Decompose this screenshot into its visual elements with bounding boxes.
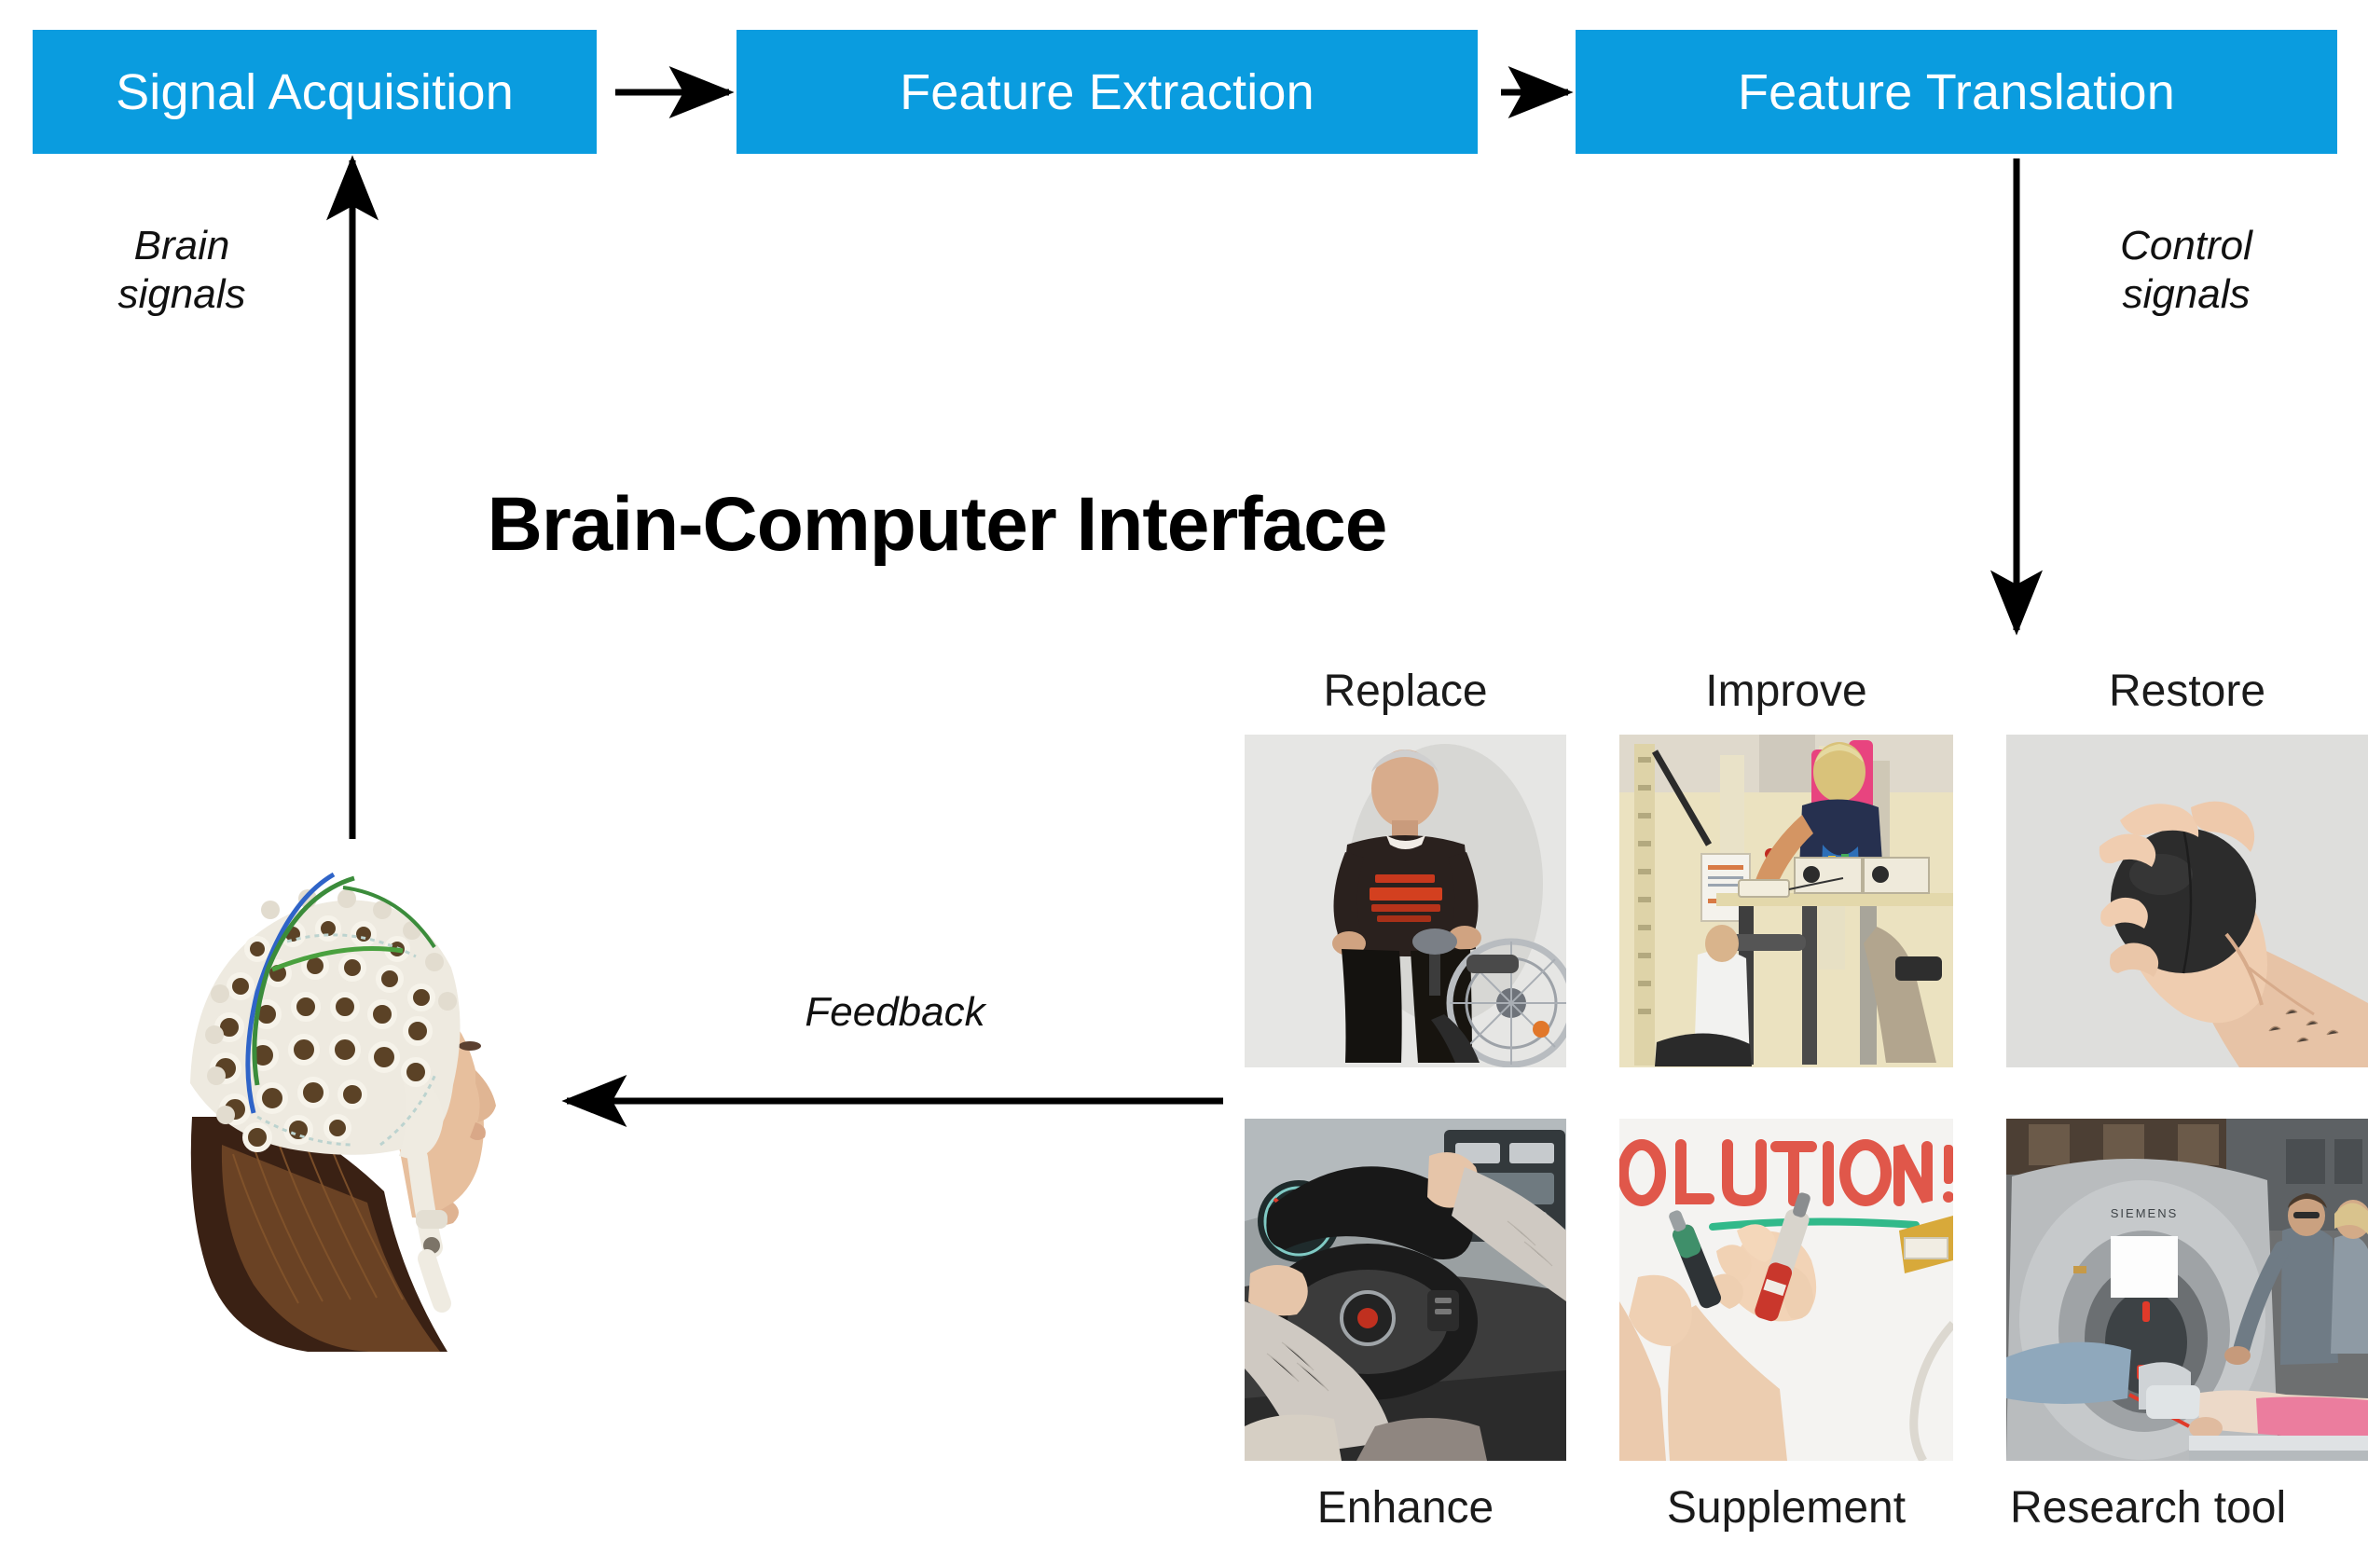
application-label-enhance: Enhance bbox=[1316, 1483, 1494, 1533]
application-label-supplement: Supplement bbox=[1666, 1483, 1907, 1533]
application-label-research-tool: Research tool bbox=[2010, 1483, 2287, 1533]
application-label-replace: Replace bbox=[1323, 667, 1488, 716]
pipeline-stage-label: Feature Translation bbox=[1737, 63, 2176, 120]
pipeline-stage-feature-translation: Feature Translation bbox=[1576, 30, 2337, 154]
bci-diagram-canvas: Signal Acquisition Feature Extraction Fe… bbox=[0, 0, 2368, 1568]
edge-label-brain-signals: Brain signals bbox=[117, 223, 246, 317]
eeg-cap-head-photo bbox=[168, 837, 533, 1352]
application-label-restore: Restore bbox=[2108, 667, 2266, 716]
driving-steering-wheel-photo bbox=[1245, 1119, 1566, 1461]
edge-label-feedback: Feedback bbox=[805, 989, 985, 1035]
pipeline-stage-signal-acquisition: Signal Acquisition bbox=[33, 30, 597, 154]
application-label-improve: Improve bbox=[1705, 667, 1867, 716]
hand-gripping-ball-photo bbox=[2006, 735, 2368, 1067]
mri-scanner-photo: SIEMENS bbox=[2006, 1119, 2368, 1461]
edge-label-control-signals: Control signals bbox=[2120, 223, 2252, 317]
svg-text:SIEMENS: SIEMENS bbox=[2111, 1206, 2179, 1220]
pipeline-stage-feature-extraction: Feature Extraction bbox=[737, 30, 1478, 154]
wheelchair-user-photo bbox=[1245, 735, 1566, 1067]
hand-writing-marker-photo bbox=[1619, 1119, 1953, 1461]
page-title: Brain-Computer Interface bbox=[0, 481, 2368, 569]
gait-rehabilitation-photo bbox=[1619, 735, 1953, 1067]
page-title-text: Brain-Computer Interface bbox=[487, 482, 1388, 567]
pipeline-stage-label: Feature Extraction bbox=[900, 63, 1315, 120]
pipeline-stage-label: Signal Acquisition bbox=[116, 63, 514, 120]
